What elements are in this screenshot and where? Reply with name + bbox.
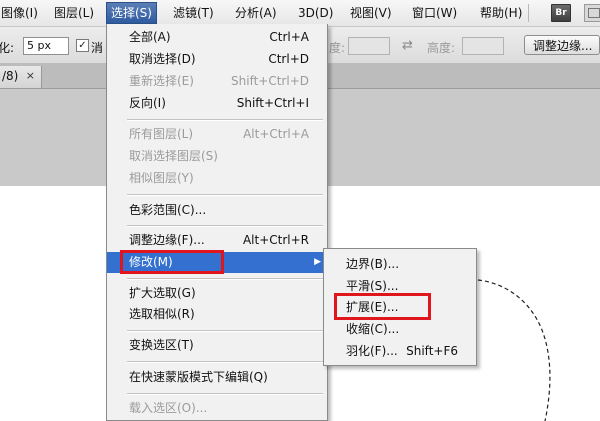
menu-separator bbox=[127, 393, 323, 395]
menu-item-deselect-layers[interactable]: 取消选择图层(S) bbox=[107, 146, 327, 167]
menu-item-similar[interactable]: 选取相似(R) bbox=[107, 304, 327, 325]
menu-item-label: 调整边缘(F)... bbox=[129, 233, 205, 247]
menu-image[interactable]: 图像(I) bbox=[0, 4, 42, 22]
menu-item-shortcut: Shift+F6 bbox=[406, 344, 458, 358]
select-menu: 全部(A) Ctrl+A 取消选择(D) Ctrl+D 重新选择(E) Shif… bbox=[106, 24, 328, 421]
menu-separator bbox=[127, 361, 323, 363]
menu-item-deselect[interactable]: 取消选择(D) Ctrl+D bbox=[107, 49, 327, 70]
menu-item-label: 重新选择(E) bbox=[129, 74, 194, 88]
menu-item-label: 边界(B)... bbox=[346, 257, 400, 271]
menu-item-reselect[interactable]: 重新选择(E) Shift+Ctrl+D bbox=[107, 71, 327, 92]
mini-bridge-icon[interactable] bbox=[584, 4, 600, 22]
menu-item-similar-layers[interactable]: 相似图层(Y) bbox=[107, 168, 327, 189]
swap-icon[interactable]: ⇄ bbox=[402, 38, 413, 53]
menu-item-label: 载入选区(O)... bbox=[129, 401, 208, 415]
width-label: 度: bbox=[329, 41, 346, 55]
width-input[interactable] bbox=[348, 37, 390, 55]
menu-item-transform-selection[interactable]: 变换选区(T) bbox=[107, 335, 327, 356]
menu-separator bbox=[127, 225, 323, 227]
close-icon[interactable]: × bbox=[26, 66, 35, 86]
document-tab-label: /8) bbox=[2, 69, 19, 83]
submenu-arrow-icon: ▶ bbox=[314, 257, 321, 267]
feather-input[interactable]: 5 px bbox=[23, 37, 69, 55]
menu-item-grow[interactable]: 扩大选取(G) bbox=[107, 283, 327, 304]
menu-item-shortcut: Shift+Ctrl+D bbox=[231, 74, 309, 88]
menu-item-label: 收缩(C)... bbox=[346, 322, 400, 336]
menu-view[interactable]: 视图(V) bbox=[346, 4, 396, 22]
document-tab[interactable]: /8) × bbox=[0, 66, 42, 88]
menu-item-refine-edge[interactable]: 调整边缘(F)... Alt+Ctrl+R bbox=[107, 230, 327, 251]
menu-item-shortcut: Alt+Ctrl+R bbox=[242, 233, 309, 247]
menu-item-shortcut: Ctrl+D bbox=[268, 52, 309, 66]
bridge-icon[interactable]: Br bbox=[551, 4, 571, 22]
menu-item-shortcut: Alt+Ctrl+A bbox=[243, 127, 309, 141]
menu-item-label: 选取相似(R) bbox=[129, 307, 195, 321]
menu-item-quick-mask[interactable]: 在快速蒙版模式下编辑(Q) bbox=[107, 367, 327, 388]
menu-layer[interactable]: 图层(L) bbox=[50, 4, 98, 22]
menu-separator bbox=[127, 278, 323, 280]
menu-item-label: 全部(A) bbox=[129, 30, 171, 44]
submenu-item-border[interactable]: 边界(B)... bbox=[324, 254, 476, 275]
menu-item-label: 在快速蒙版模式下编辑(Q) bbox=[129, 370, 268, 384]
height-input[interactable] bbox=[462, 37, 504, 55]
menu-select[interactable]: 选择(S) bbox=[106, 2, 157, 24]
menu-filter[interactable]: 滤镜(T) bbox=[169, 4, 218, 22]
feather-label: 化: bbox=[0, 41, 15, 55]
menu-item-label: 相似图层(Y) bbox=[129, 171, 194, 185]
annotation-box-expand bbox=[334, 293, 431, 320]
menu-item-inverse[interactable]: 反向(I) Shift+Ctrl+I bbox=[107, 93, 327, 114]
menu-separator bbox=[127, 194, 323, 196]
menu-help[interactable]: 帮助(H) bbox=[476, 4, 526, 22]
menu-item-label: 扩大选取(G) bbox=[129, 286, 196, 300]
menu-3d[interactable]: 3D(D) bbox=[294, 4, 337, 22]
menu-item-label: 反向(I) bbox=[129, 96, 166, 110]
menu-item-label: 羽化(F)... bbox=[346, 344, 398, 358]
menubar-separator bbox=[528, 4, 529, 22]
menu-item-color-range[interactable]: 色彩范围(C)... bbox=[107, 200, 327, 221]
menu-separator bbox=[127, 330, 323, 332]
antialias-label: 消 bbox=[91, 41, 104, 55]
menu-item-select-all[interactable]: 全部(A) Ctrl+A bbox=[107, 27, 327, 48]
menu-item-label: 取消选择(D) bbox=[129, 52, 196, 66]
annotation-box-modify bbox=[120, 250, 224, 274]
menu-item-label: 变换选区(T) bbox=[129, 338, 194, 352]
menu-separator bbox=[127, 119, 323, 121]
menu-item-shortcut: Shift+Ctrl+I bbox=[236, 96, 309, 110]
refine-edge-button[interactable]: 调整边缘... bbox=[524, 35, 600, 55]
menu-item-load-selection[interactable]: 载入选区(O)... bbox=[107, 398, 327, 419]
menu-item-label: 色彩范围(C)... bbox=[129, 203, 207, 217]
menu-item-label: 所有图层(L) bbox=[129, 127, 194, 141]
menu-item-shortcut: Ctrl+A bbox=[269, 30, 309, 44]
menu-analysis[interactable]: 分析(A) bbox=[231, 4, 281, 22]
menu-window[interactable]: 窗口(W) bbox=[408, 4, 461, 22]
submenu-item-feather[interactable]: 羽化(F)... Shift+F6 bbox=[324, 341, 476, 362]
menu-item-all-layers[interactable]: 所有图层(L) Alt+Ctrl+A bbox=[107, 124, 327, 145]
menu-bar: 图像(I) 图层(L) 选择(S) 滤镜(T) 分析(A) 3D(D) 视图(V… bbox=[0, 0, 600, 27]
antialias-checkbox[interactable]: ✓ bbox=[76, 39, 89, 52]
height-label: 高度: bbox=[427, 41, 456, 55]
menu-item-label: 取消选择图层(S) bbox=[129, 149, 218, 163]
submenu-item-contract[interactable]: 收缩(C)... bbox=[324, 319, 476, 340]
